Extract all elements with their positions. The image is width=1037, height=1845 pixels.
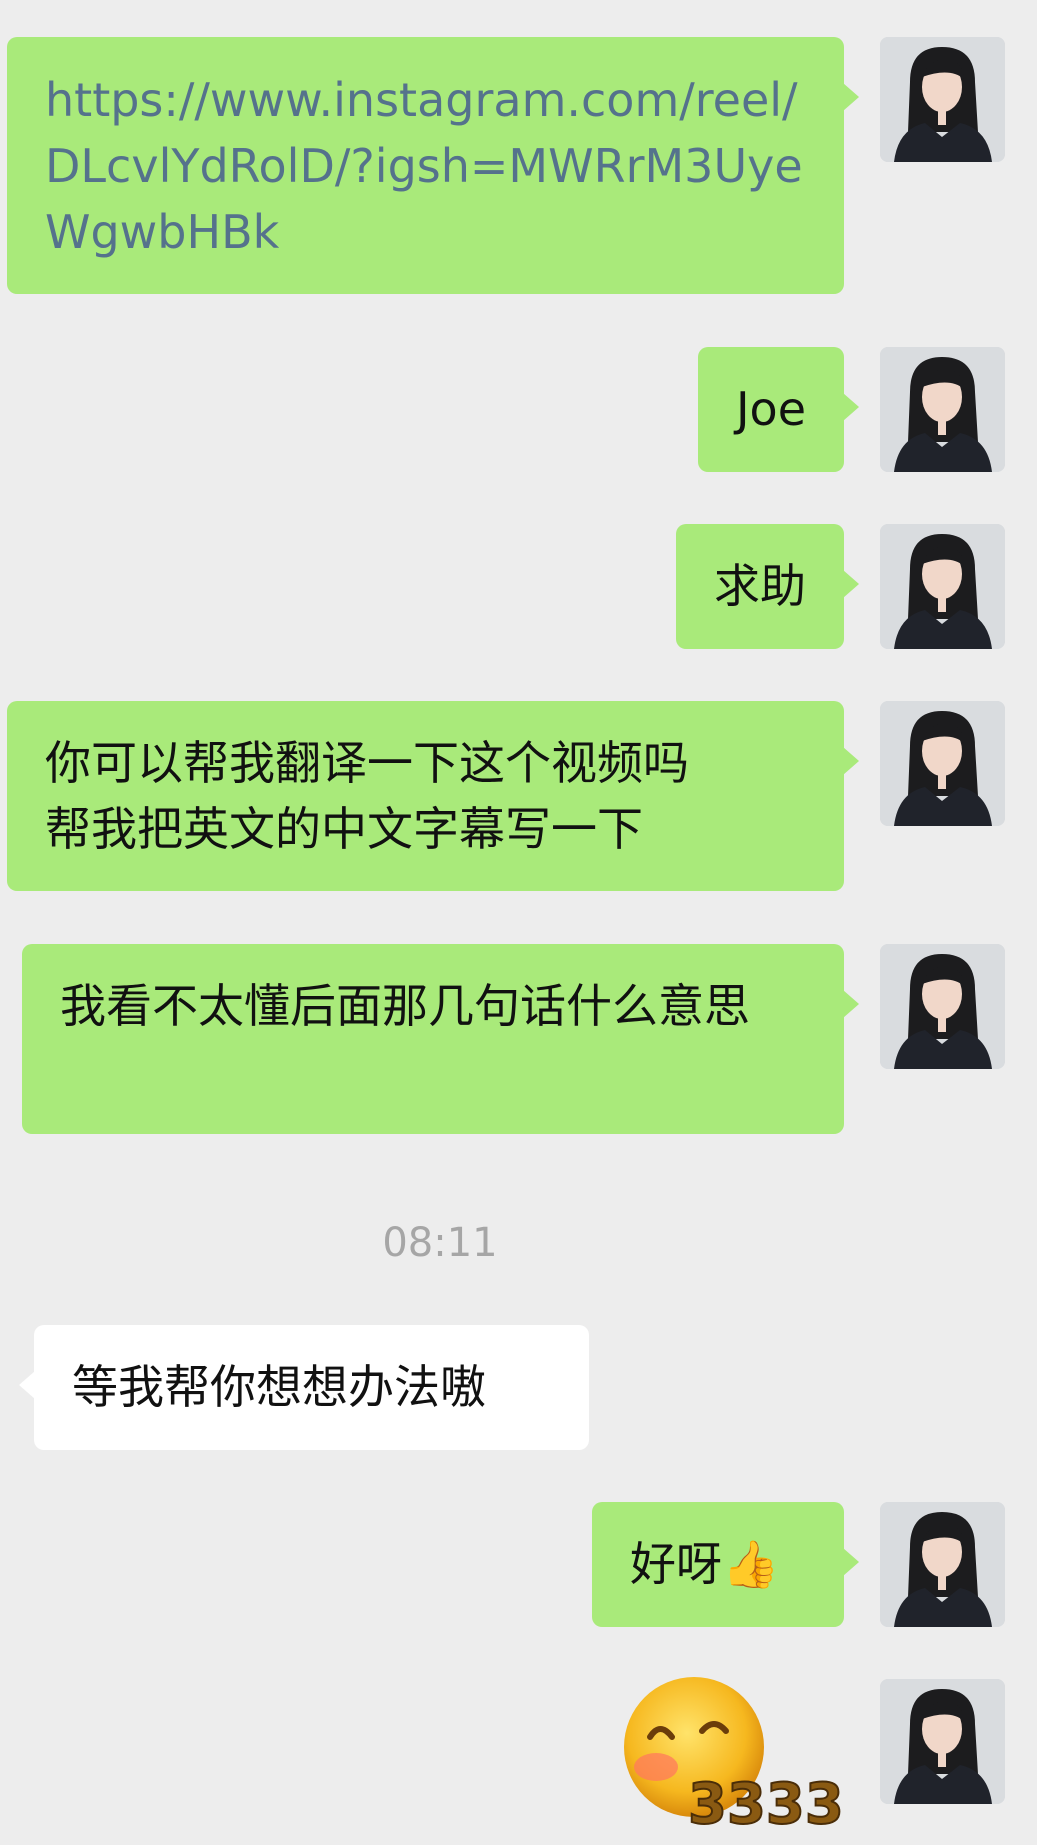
message-timestamp: 08:11	[382, 1220, 498, 1266]
message-text: 我看不太懂后面那几句话什么意思	[60, 979, 750, 1033]
message-bubble-ok[interactable]: 好呀👍	[592, 1502, 859, 1627]
message-text: 好呀	[630, 1537, 722, 1591]
avatar-icon	[880, 1502, 1005, 1627]
message-text: 求助	[714, 559, 806, 613]
avatar-icon	[880, 37, 1005, 162]
message-text-line: 你可以帮我翻译一下这个视频吗	[45, 736, 689, 790]
avatar[interactable]	[880, 944, 1005, 1069]
avatar-icon	[880, 944, 1005, 1069]
message-bubble-dont-understand[interactable]: 我看不太懂后面那几句话什么意思	[22, 944, 859, 1134]
message-bubble-link[interactable]: https://www.instagram.com/reel/DLcvlYdRo…	[7, 37, 859, 294]
avatar[interactable]	[880, 701, 1005, 826]
sticker-message[interactable]: 3333	[598, 1675, 848, 1838]
avatar-icon	[880, 701, 1005, 826]
avatar[interactable]	[880, 37, 1005, 162]
avatar[interactable]	[880, 347, 1005, 472]
message-text: 等我帮你想想办法嗷	[72, 1360, 486, 1414]
message-text-line: 帮我把英文的中文字幕写一下	[45, 802, 643, 856]
message-bubble-incoming[interactable]: 等我帮你想想办法嗷	[19, 1325, 589, 1450]
message-text: Joe	[735, 382, 806, 436]
avatar-icon	[880, 1679, 1005, 1804]
avatar-icon	[880, 524, 1005, 649]
blushing-face-sticker-icon: 3333	[624, 1677, 845, 1838]
message-bubble-joe[interactable]: Joe	[697, 347, 860, 472]
message-bubble-help[interactable]: 求助	[676, 524, 859, 649]
chat-message-list[interactable]: https://www.instagram.com/reel/DLcvlYdRo…	[0, 0, 1037, 1845]
thumbs-up-icon: 👍	[722, 1537, 780, 1591]
sticker-text: 3333	[688, 1772, 844, 1835]
avatar[interactable]	[880, 1502, 1005, 1627]
message-link[interactable]: https://www.instagram.com/reel/DLcvlYdRo…	[45, 73, 803, 259]
message-bubble-translate[interactable]: 你可以帮我翻译一下这个视频吗 帮我把英文的中文字幕写一下	[7, 701, 859, 891]
avatar[interactable]	[880, 524, 1005, 649]
avatar-icon	[880, 347, 1005, 472]
avatar[interactable]	[880, 1679, 1005, 1804]
